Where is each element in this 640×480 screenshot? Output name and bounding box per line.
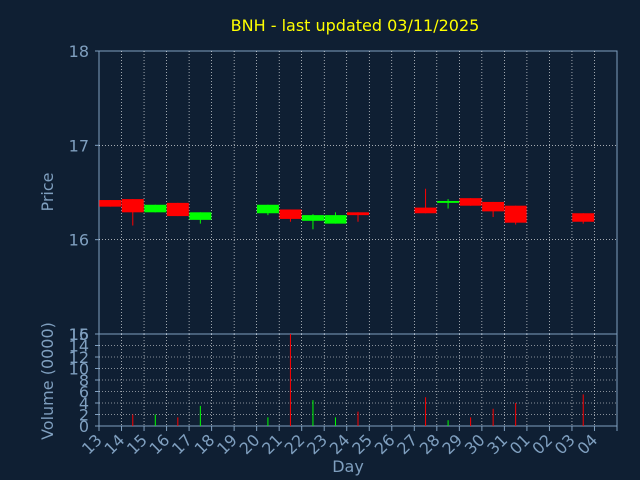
candle-body [414, 207, 437, 214]
candle-body [144, 204, 167, 213]
candle-body [279, 209, 302, 219]
volume-ytick-label: 0 [79, 417, 89, 436]
candle-body [347, 212, 369, 216]
x-tick-labels: 1314151617181920212223242526272829303101… [78, 426, 618, 458]
candle-body [301, 215, 324, 221]
candle-body [256, 204, 279, 214]
candle-body [324, 215, 347, 224]
x-axis-label: Day [332, 457, 364, 476]
candle-body [166, 202, 189, 217]
chart-title: BNH - last updated 03/11/2025 [231, 16, 480, 35]
x-tick-label: 04 [573, 430, 601, 458]
price-ytick-label: 16 [69, 231, 89, 250]
candle-body [572, 213, 595, 222]
price-ytick-label: 18 [69, 42, 89, 61]
candle-body [99, 200, 122, 207]
candle-body [437, 200, 460, 203]
price-axis-label: Price [38, 172, 57, 211]
candle-body [504, 205, 527, 223]
candle-body [121, 199, 144, 213]
stock-chart: BNH - last updated 03/11/2025 Price Volu… [38, 16, 618, 476]
price-panel: 18171615 [69, 42, 618, 344]
candle-body [189, 212, 212, 220]
price-ytick-label: 17 [69, 136, 89, 155]
candle-body [459, 198, 482, 206]
volume-panel: 1614121086420 [69, 325, 618, 436]
candle-body [482, 201, 505, 212]
volume-axis-label: Volume (0000) [38, 322, 57, 440]
price-frame [98, 50, 618, 335]
